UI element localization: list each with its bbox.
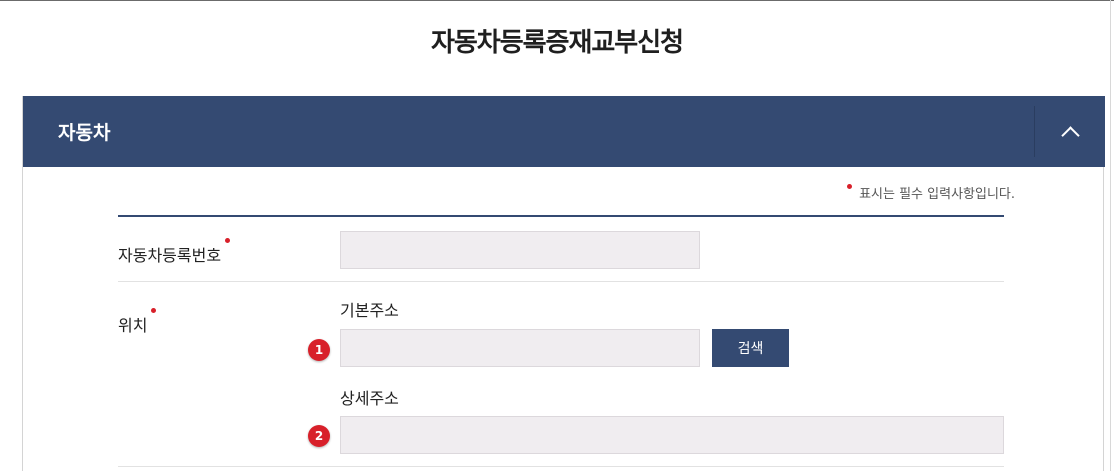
required-dot-icon	[847, 184, 853, 189]
vehicle-number-label-text: 자동차등록번호	[118, 246, 222, 265]
page-title: 자동차등록증재교부신청	[430, 28, 684, 58]
panel-header: 자동차	[23, 96, 1105, 167]
address-search-button[interactable]: 검색	[712, 329, 789, 367]
required-note: 표시는 필수 입력사항입니다.	[847, 183, 1015, 202]
form-top-divider	[118, 215, 1004, 217]
chevron-up-icon	[1060, 125, 1080, 145]
top-border	[0, 0, 1114, 1]
right-border	[1110, 0, 1111, 471]
vehicle-panel: 자동차	[22, 96, 1105, 471]
basic-address-label: 기본주소	[340, 301, 399, 320]
row-divider	[118, 466, 1004, 467]
vehicle-number-label: 자동차등록번호	[118, 238, 231, 266]
detail-address-label: 상세주소	[340, 389, 399, 408]
row-divider	[118, 281, 1004, 282]
location-label-text: 위치	[118, 316, 148, 335]
location-label: 위치	[118, 308, 157, 336]
vehicle-number-input[interactable]	[340, 231, 700, 269]
marker-2-icon: 2	[308, 425, 330, 447]
detail-address-input[interactable]	[340, 416, 1004, 454]
marker-1-icon: 1	[308, 339, 330, 361]
required-note-text: 표시는 필수 입력사항입니다.	[859, 187, 1015, 202]
collapse-button[interactable]	[1035, 96, 1105, 167]
panel-title: 자동차	[58, 122, 111, 144]
basic-address-input[interactable]	[340, 329, 700, 367]
